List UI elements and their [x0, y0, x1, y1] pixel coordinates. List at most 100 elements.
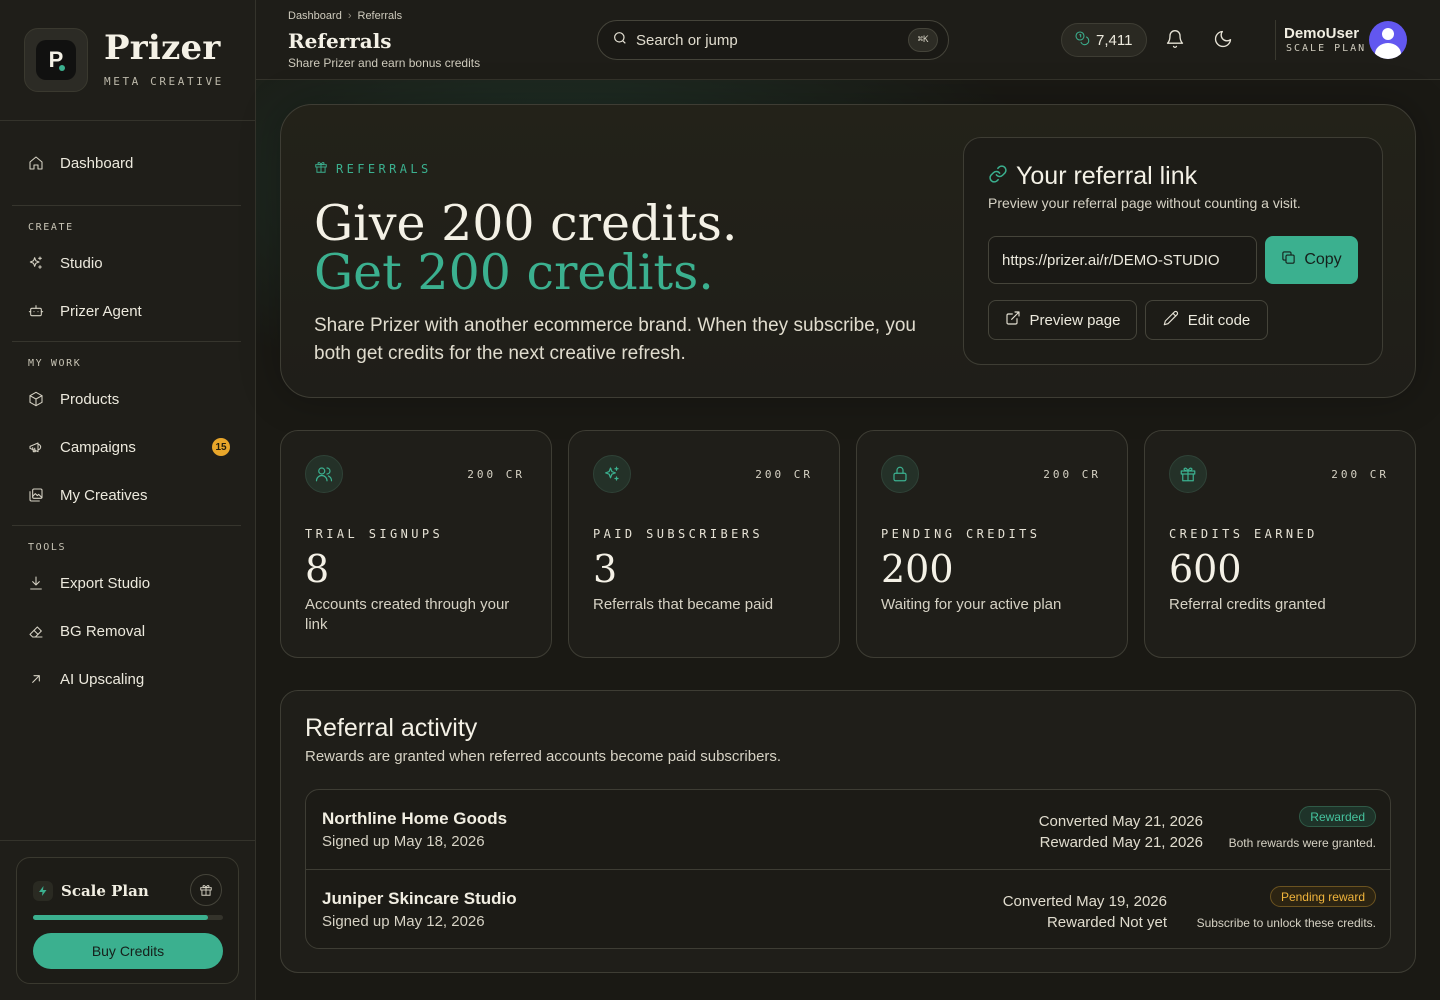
list-item: Northline Home Goods Signed up May 18, 2… [306, 790, 1390, 869]
brand-logo: P [24, 28, 88, 92]
copy-link-button[interactable]: Copy [1265, 236, 1358, 284]
sidebar-item-label: Dashboard [60, 154, 134, 172]
hero-tag-label: REFERRALS [336, 161, 432, 176]
stat-description: Waiting for your active plan [881, 596, 1062, 613]
sidebar-item-prizer-agent[interactable]: Prizer Agent [12, 291, 242, 331]
list-item: Juniper Skincare Studio Signed up May 12… [306, 869, 1390, 948]
converted-date: Converted May 19, 2026 [1002, 893, 1167, 910]
stat-card-paid-subscribers: 200 CR PAID SUBSCRIBERS 3 Referrals that… [568, 430, 840, 658]
divider [0, 840, 255, 841]
link-card-title: Your referral link [988, 162, 1197, 191]
credits-value: 7,411 [1096, 31, 1133, 49]
referral-hero: REFERRALS Give 200 credits. Get 200 cred… [280, 104, 1416, 398]
search-input[interactable]: Search or jump ⌘K [597, 20, 949, 60]
gift-icon [1169, 455, 1207, 493]
status-badge: Rewarded [1299, 806, 1376, 827]
divider [1275, 20, 1276, 60]
sidebar-item-my-creatives[interactable]: My Creatives [12, 475, 242, 515]
search-shortcut: ⌘K [908, 28, 938, 52]
stat-value: 8 [305, 547, 330, 591]
avatar[interactable] [1369, 21, 1407, 59]
hero-description: Share Prizer with another ecommerce bran… [314, 315, 916, 364]
referral-name: Northline Home Goods [322, 809, 508, 828]
sidebar-item-label: Products [60, 390, 120, 408]
gift-icon[interactable] [190, 874, 222, 906]
divider [12, 341, 241, 342]
stat-card-trial-signups: 200 CR TRIAL SIGNUPS 8 Accounts created … [280, 430, 552, 658]
sidebar-item-label: Campaigns [60, 438, 136, 456]
rewarded-date: Rewarded Not yet [1046, 914, 1167, 931]
signup-date: Signed up May 18, 2026 [322, 833, 485, 850]
signup-date: Signed up May 12, 2026 [322, 913, 485, 930]
stat-card-pending-credits: 200 CR PENDING CREDITS 200 Waiting for y… [856, 430, 1128, 658]
plan-usage-bar [33, 915, 223, 920]
stat-reward: 200 CR [467, 468, 525, 481]
referral-activity: Referral activity Rewards are granted wh… [280, 690, 1416, 973]
arrow-up-right-icon [28, 671, 44, 687]
rewarded-date: Rewarded May 21, 2026 [1039, 834, 1203, 851]
brand[interactable]: P Prizer META CREATIVE [24, 28, 234, 92]
box-icon [28, 391, 44, 407]
gift-icon [314, 160, 328, 177]
sidebar-item-studio[interactable]: Studio [12, 243, 242, 283]
activity-list: Northline Home Goods Signed up May 18, 2… [305, 789, 1391, 949]
referral-link-card: Your referral link Preview your referral… [963, 137, 1383, 365]
pencil-icon [1163, 310, 1179, 330]
referral-url-field[interactable] [988, 236, 1257, 284]
referral-name: Juniper Skincare Studio [322, 889, 517, 908]
search-icon [612, 30, 628, 51]
copy-icon [1281, 250, 1296, 270]
sidebar-item-ai-upscaling[interactable]: AI Upscaling [12, 659, 242, 699]
user-plan: SCALE PLAN [1286, 43, 1367, 54]
chevron-right-icon: › [347, 10, 352, 22]
stat-reward: 200 CR [1043, 468, 1101, 481]
hero-headline-give: Give 200 credits. [314, 195, 738, 252]
sidebar-item-export-studio[interactable]: Export Studio [12, 563, 242, 603]
link-card-title-text: Your referral link [1016, 162, 1198, 190]
page-title: Referrals [288, 29, 392, 53]
bell-icon[interactable] [1164, 28, 1186, 50]
images-icon [28, 487, 44, 503]
breadcrumb-item[interactable]: Dashboard [288, 10, 342, 22]
sparkles-icon [593, 455, 631, 493]
edit-code-button[interactable]: Edit code [1145, 300, 1268, 340]
link-card-subtitle: Preview your referral page without count… [988, 195, 1301, 211]
preview-page-button[interactable]: Preview page [988, 300, 1137, 340]
credits-balance[interactable]: 7,411 [1061, 23, 1147, 57]
divider [0, 120, 255, 121]
breadcrumb-item: Referrals [357, 10, 403, 22]
sidebar-item-products[interactable]: Products [12, 379, 242, 419]
sidebar-item-label: BG Removal [60, 622, 146, 640]
section-heading-my-work: MY WORK [28, 358, 82, 369]
user-name[interactable]: DemoUser [1284, 25, 1359, 42]
stat-description: Referrals that became paid [593, 596, 774, 613]
sidebar-item-bg-removal[interactable]: BG Removal [12, 611, 242, 651]
link-icon [988, 162, 1008, 191]
sparkles-icon [28, 255, 44, 271]
moon-icon[interactable] [1212, 28, 1234, 50]
search-placeholder: Search or jump [636, 31, 738, 49]
edit-label: Edit code [1187, 311, 1251, 329]
stat-value: 600 [1169, 547, 1242, 591]
sidebar-item-campaigns[interactable]: Campaigns 15 [12, 427, 242, 467]
bot-icon [28, 303, 44, 319]
status-note: Subscribe to unlock these credits. [1196, 916, 1376, 930]
stat-label: TRIAL SIGNUPS [305, 527, 444, 541]
topbar: Dashboard › Referrals Referrals Share Pr… [256, 0, 1440, 80]
stat-card-credits-earned: 200 CR CREDITS EARNED 600 Referral credi… [1144, 430, 1416, 658]
sidebar: P Prizer META CREATIVE Dashboard CREATE … [0, 0, 256, 1000]
coins-icon [1074, 30, 1090, 51]
conversion-dates: Converted May 19, 2026 Rewarded Not yet [1003, 891, 1167, 933]
sidebar-item-dashboard[interactable]: Dashboard [12, 143, 242, 183]
buy-credits-button[interactable]: Buy Credits [33, 933, 223, 969]
activity-subtitle: Rewards are granted when referred accoun… [305, 748, 782, 765]
stat-label: CREDITS EARNED [1169, 527, 1318, 541]
section-heading-create: CREATE [28, 222, 74, 233]
megaphone-icon [28, 439, 44, 455]
section-heading-tools: TOOLS [28, 542, 67, 553]
stat-reward: 200 CR [1331, 468, 1389, 481]
sidebar-item-label: Prizer Agent [60, 302, 142, 320]
hero-headline-get: Get 200 credits. [314, 244, 714, 301]
users-icon [305, 455, 343, 493]
stat-description: Accounts created through your link [305, 596, 510, 633]
